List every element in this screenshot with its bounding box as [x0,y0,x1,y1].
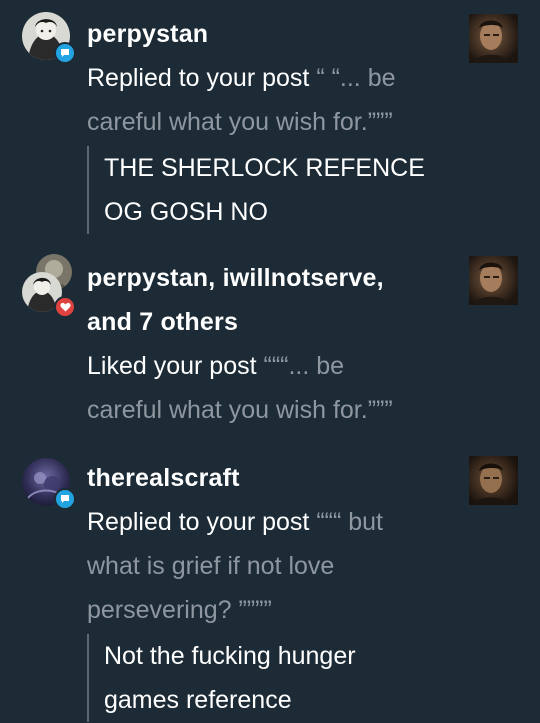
post-excerpt-continued[interactable]: what is grief if not love [87,544,452,588]
action-line: Replied to your post “ “... be [87,56,452,100]
action-line: Liked your post “““... be [87,344,452,388]
activity-content: perpystan Replied to your post “ “... be… [87,12,452,234]
action-text: Replied to your post [87,508,310,536]
post-excerpt-continued[interactable]: careful what you wish for.””” [87,100,452,144]
activity-content: therealscraft Replied to your post “““ b… [87,456,452,722]
reply-line: games reference [104,686,292,714]
reply-line: THE SHERLOCK REFENCE [104,154,425,182]
user-avatar-group[interactable] [22,12,76,64]
reply-text: THE SHERLOCK REFENCE OG GOSH NO [87,146,452,234]
like-badge [54,296,76,318]
reply-badge [54,42,76,64]
speech-bubble-icon [61,495,69,503]
user-avatar-group[interactable] [22,458,76,510]
activity-content: perpystan, iwillnotserve, and 7 others L… [87,256,452,432]
post-thumbnail[interactable] [469,456,518,505]
post-thumbnail[interactable] [469,14,518,63]
reply-badge [54,488,76,510]
username[interactable]: perpystan [87,12,452,56]
activity-feed: perpystan Replied to your post “ “... be… [0,0,540,723]
action-line: Replied to your post “““ but [87,500,452,544]
post-thumbnail[interactable] [469,256,518,305]
post-excerpt-continued[interactable]: persevering? ”””” [87,588,452,632]
speech-bubble-icon [61,49,69,57]
reply-line: OG GOSH NO [104,198,268,226]
action-text: Liked your post [87,352,257,380]
user-avatar-group[interactable] [22,254,76,318]
post-excerpt[interactable]: “ “... be [316,64,395,92]
heart-icon [59,302,71,312]
username-group[interactable]: perpystan, iwillnotserve, [87,256,452,300]
post-excerpt[interactable]: “““ but [316,508,383,536]
reply-line: Not the fucking hunger [104,642,356,670]
post-excerpt-continued[interactable]: careful what you wish for.””” [87,388,452,432]
username-group-others[interactable]: and 7 others [87,300,452,344]
post-excerpt[interactable]: “““... be [264,352,345,380]
action-text: Replied to your post [87,64,310,92]
reply-text: Not the fucking hunger games reference [87,634,452,722]
username[interactable]: therealscraft [87,456,452,500]
